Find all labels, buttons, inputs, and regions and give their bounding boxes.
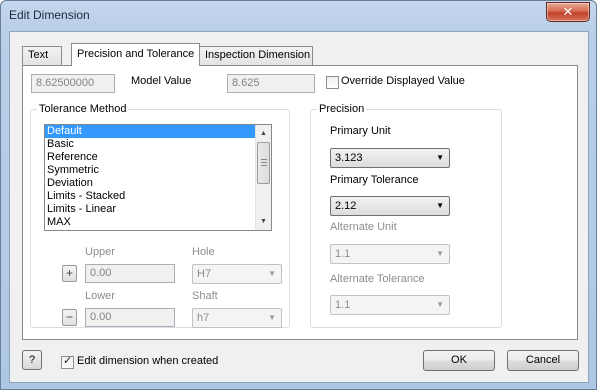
hole-select[interactable]: H7 ▼ [192, 264, 282, 284]
ok-button[interactable]: OK [423, 350, 495, 371]
list-item-basic[interactable]: Basic [45, 138, 271, 151]
alternate-tolerance-value: 1.1 [335, 299, 351, 311]
tab-text[interactable]: Text [22, 46, 62, 65]
list-item-reference[interactable]: Reference [45, 151, 271, 164]
close-icon: ✕ [562, 4, 574, 19]
primary-tolerance-label: Primary Tolerance [330, 174, 419, 186]
primary-tolerance-select[interactable]: 2.12 ▼ [330, 196, 450, 216]
cancel-button[interactable]: Cancel [507, 350, 579, 371]
alternate-unit-select[interactable]: 1.1 ▼ [330, 244, 450, 264]
chevron-down-icon: ▼ [436, 249, 444, 258]
tolerance-method-group: Tolerance Method Default Basic Reference… [30, 103, 290, 328]
primary-unit-label: Primary Unit [330, 125, 391, 137]
edit-dimension-dialog: Edit Dimension ✕ Text Precision and Tole… [0, 0, 597, 390]
shaft-label: Shaft [192, 290, 218, 302]
list-item-max[interactable]: MAX [45, 216, 271, 229]
lower-tolerance-field[interactable]: 0.00 [85, 308, 175, 327]
help-icon: ? [28, 354, 36, 366]
close-button[interactable]: ✕ [546, 2, 590, 22]
precision-group: Precision Primary Unit 3.123 ▼ Primary T… [310, 103, 502, 328]
primary-tolerance-value: 2.12 [335, 200, 357, 212]
dialog-title: Edit Dimension [9, 8, 90, 22]
override-displayed-value-checkbox[interactable] [326, 76, 339, 89]
hole-label: Hole [192, 246, 215, 258]
plus-button[interactable]: + [62, 265, 77, 282]
alternate-tolerance-label: Alternate Tolerance [330, 273, 425, 285]
tab-inspection-dimension[interactable]: Inspection Dimension [199, 46, 313, 65]
override-displayed-value-label[interactable]: Override Displayed Value [341, 75, 465, 87]
edit-when-created-label[interactable]: Edit dimension when created [77, 355, 218, 367]
list-item-default[interactable]: Default [45, 125, 271, 138]
upper-tolerance-field[interactable]: 0.00 [85, 264, 175, 283]
scroll-down-icon[interactable]: ▼ [256, 214, 271, 229]
chevron-down-icon: ▼ [436, 153, 444, 162]
list-item-limits-stacked[interactable]: Limits - Stacked [45, 190, 271, 203]
listbox-scrollbar[interactable]: ▲ ▼ [255, 125, 271, 230]
hole-select-value: H7 [197, 268, 212, 280]
chevron-down-icon: ▼ [436, 300, 444, 309]
tolerance-method-listbox[interactable]: Default Basic Reference Symmetric Deviat… [44, 124, 272, 231]
model-value-field: 8.62500000 [31, 74, 115, 93]
tolerance-method-title: Tolerance Method [37, 103, 129, 115]
tab-precision-and-tolerance[interactable]: Precision and Tolerance [71, 43, 200, 66]
scroll-up-icon[interactable]: ▲ [256, 126, 271, 141]
upper-label: Upper [85, 246, 115, 258]
scrollbar-thumb[interactable] [257, 142, 270, 184]
minus-icon: − [65, 310, 73, 324]
primary-unit-value: 3.123 [335, 152, 363, 164]
precision-title: Precision [317, 103, 367, 115]
alternate-unit-label: Alternate Unit [330, 221, 397, 233]
displayed-value-field: 8.625 [227, 74, 315, 93]
alternate-tolerance-select[interactable]: 1.1 ▼ [330, 295, 450, 315]
title-bar[interactable]: Edit Dimension ✕ [1, 1, 596, 31]
minus-button[interactable]: − [62, 309, 77, 326]
list-item-limits-linear[interactable]: Limits - Linear [45, 203, 271, 216]
list-item-deviation[interactable]: Deviation [45, 177, 271, 190]
chevron-down-icon: ▼ [436, 201, 444, 210]
chevron-down-icon: ▼ [268, 269, 276, 278]
lower-label: Lower [85, 290, 115, 302]
chevron-down-icon: ▼ [268, 313, 276, 322]
shaft-select[interactable]: h7 ▼ [192, 308, 282, 328]
plus-icon: + [65, 266, 73, 280]
help-button[interactable]: ? [22, 350, 42, 370]
edit-when-created-checkbox[interactable] [61, 354, 74, 369]
model-value-label: Model Value [131, 75, 192, 87]
precision-tolerance-panel: 8.62500000 Model Value 8.625 Override Di… [22, 65, 578, 340]
dialog-client-area: Text Precision and Tolerance Inspection … [9, 31, 589, 383]
alternate-unit-value: 1.1 [335, 248, 351, 260]
shaft-select-value: h7 [197, 312, 210, 324]
list-item-symmetric[interactable]: Symmetric [45, 164, 271, 177]
primary-unit-select[interactable]: 3.123 ▼ [330, 148, 450, 168]
